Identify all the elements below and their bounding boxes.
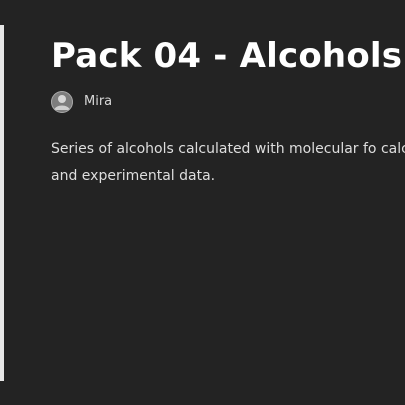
pack-content: Pack 04 - Alcohols Mira Series of alcoho… [51, 34, 405, 190]
page-title: Pack 04 - Alcohols [51, 36, 403, 76]
left-border [0, 25, 4, 381]
author-name[interactable]: Mira [84, 91, 112, 113]
pack-description: Series of alcohols calculated with molec… [51, 141, 405, 184]
user-avatar-icon[interactable] [51, 91, 73, 113]
pack-detail-page: Pack 04 - Alcohols Mira Series of alcoho… [0, 0, 405, 405]
author-row[interactable]: Mira [51, 90, 405, 114]
